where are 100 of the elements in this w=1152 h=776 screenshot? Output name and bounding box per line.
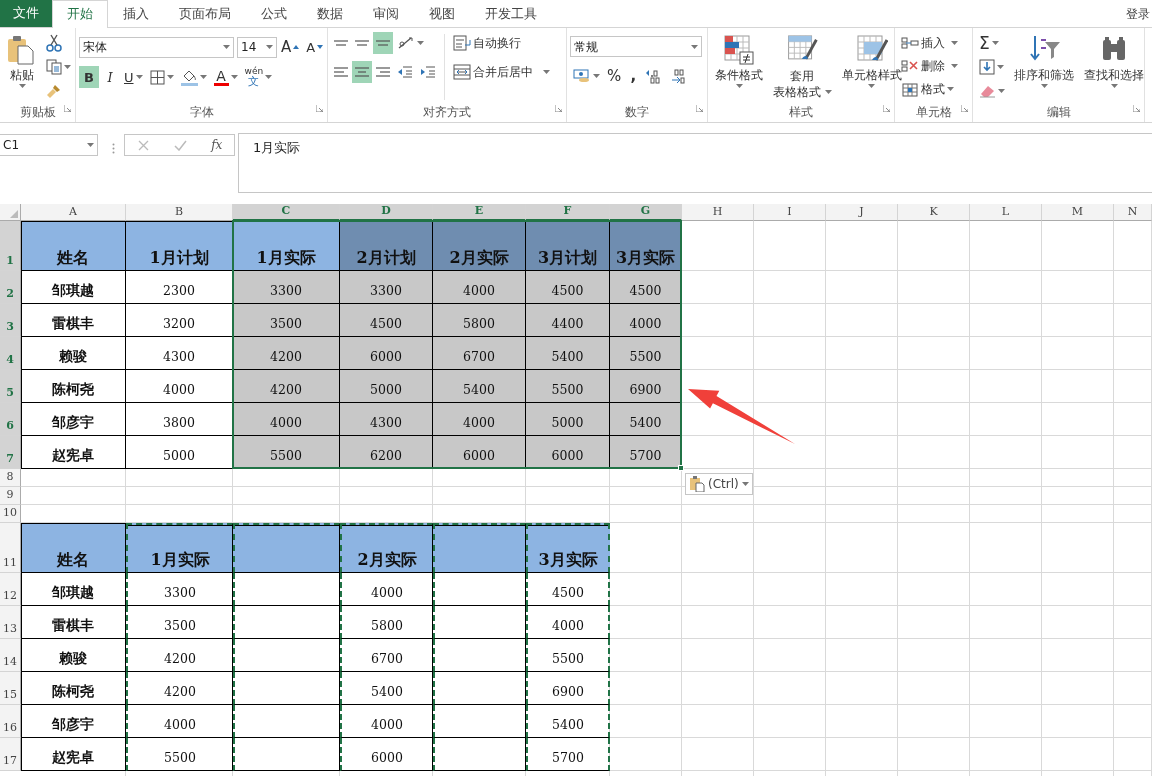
column-heading: 2月计划 [340,221,433,271]
bold-button[interactable]: B [79,66,99,88]
comma-button[interactable]: , [625,65,642,87]
table-cell: 雷棋丰 [21,304,126,337]
phonetic-guide-button[interactable]: wén 文 [241,66,276,88]
insert-function-button[interactable]: fx [209,136,225,154]
row-header[interactable]: 8 [0,469,21,487]
copy-icon [46,59,62,75]
font-name-field[interactable]: 宋体 [79,36,234,58]
table-cell: 3200 [126,304,233,337]
table-cell: 5400 [340,672,433,705]
check-icon [173,139,187,151]
row-header[interactable]: 2 [0,271,21,304]
center-align-button[interactable] [352,61,372,83]
column-header[interactable]: N [1114,204,1152,221]
caret-icon [735,84,743,88]
fill-handle[interactable] [678,465,684,471]
paste-button[interactable]: 粘贴 [3,32,41,102]
lines-icon [376,40,390,46]
table-cell: 3800 [126,403,233,436]
color-bar-icon [213,82,229,86]
column-heading: 1月实际 [126,523,233,573]
dots-icon [112,143,115,154]
table-cell: 4000 [233,403,340,436]
row-header[interactable]: 5 [0,370,21,403]
column-heading: 3月实际 [526,523,610,573]
row-header[interactable]: 6 [0,403,21,436]
table-cell: 4500 [526,271,610,304]
group-label: 字体 [189,104,214,121]
column-heading: 3月计划 [526,221,610,271]
shrink-font-button[interactable]: A [303,36,327,58]
row-header[interactable]: 16 [0,705,21,738]
grow-font-button[interactable]: A [278,36,303,58]
caret-icon [950,64,958,68]
table-cell: 5000 [340,370,433,403]
row-header[interactable]: 15 [0,672,21,705]
row-header[interactable]: 1 [0,221,21,271]
lines-icon [355,40,369,46]
caret-icon [265,75,273,79]
format-as-table-button[interactable]: 套用 表格格式 [769,32,836,102]
sign-in-link[interactable]: 登录 [1126,4,1152,23]
font-color-button[interactable]: A [210,66,241,88]
column-header[interactable]: M [1042,204,1114,221]
column-header[interactable]: B [126,204,233,221]
row-header[interactable]: 10 [0,505,21,523]
find-select-button[interactable]: 查找和选择 [1080,32,1148,102]
table-cell: 4200 [233,370,340,403]
column-header[interactable]: K [898,204,970,221]
table-cell: 6700 [340,639,433,672]
table-cell: 5800 [433,304,526,337]
row-header[interactable]: 4 [0,337,21,370]
row-header[interactable]: 11 [0,523,21,573]
table-cell: 5700 [610,436,682,469]
table-cell: 5500 [610,337,682,370]
row-header[interactable]: 9 [0,487,21,505]
column-header[interactable]: L [970,204,1042,221]
column-heading: 1月实际 [233,221,340,271]
merge-center-button[interactable]: 合并后居中 [450,61,553,83]
row-header[interactable]: 17 [0,738,21,771]
table-cell: 4000 [340,573,433,606]
name-box[interactable]: C1 [0,134,98,156]
underline-button[interactable]: U [121,66,146,88]
font-size-field[interactable]: 14 [237,36,277,58]
launcher-icon [883,105,890,112]
conditional-formatting-button[interactable]: 条件格式 [711,32,767,102]
copy-button[interactable] [43,56,74,78]
row-header[interactable]: 3 [0,304,21,337]
percent-button[interactable]: % [604,65,625,87]
scissors-icon [46,34,62,52]
italic-button[interactable]: I [100,66,120,88]
column-header[interactable]: I [754,204,826,221]
row-header[interactable]: 14 [0,639,21,672]
column-header[interactable]: A [21,204,126,221]
table-cell: 5700 [526,738,610,771]
column-header[interactable]: J [826,204,898,221]
table-cell: 4000 [340,705,433,738]
number-format-field[interactable]: 常规 [570,36,702,57]
caret-icon [18,84,26,88]
launcher-icon [316,105,323,112]
lines-icon [334,40,348,46]
table-cell: 4200 [233,337,340,370]
table-cell: 赵宪卓 [21,738,126,771]
formula-field[interactable]: 1月实际 [238,133,1152,193]
bottom-align-button[interactable] [373,32,393,54]
row-header[interactable]: 13 [0,606,21,639]
wrap-text-button[interactable]: 自动换行 [450,32,553,54]
table-cell: 3300 [340,271,433,304]
column-header[interactable]: H [682,204,754,221]
paste-options-button[interactable]: (Ctrl) [685,473,753,495]
sort-filter-button[interactable]: 排序和筛选 [1010,32,1078,102]
column-heading: 姓名 [21,221,126,271]
row-header[interactable]: 7 [0,436,21,469]
row-header[interactable]: 12 [0,573,21,606]
table-cell: 邹彦宇 [21,403,126,436]
select-all-icon [10,210,18,218]
table-cell: 4400 [526,304,610,337]
caret-icon [266,45,273,49]
autosum-button[interactable]: Σ [976,32,1008,54]
ribbon-tab[interactable]: 文件 [0,0,52,27]
ribbon-tab[interactable]: 开始 [52,0,108,28]
